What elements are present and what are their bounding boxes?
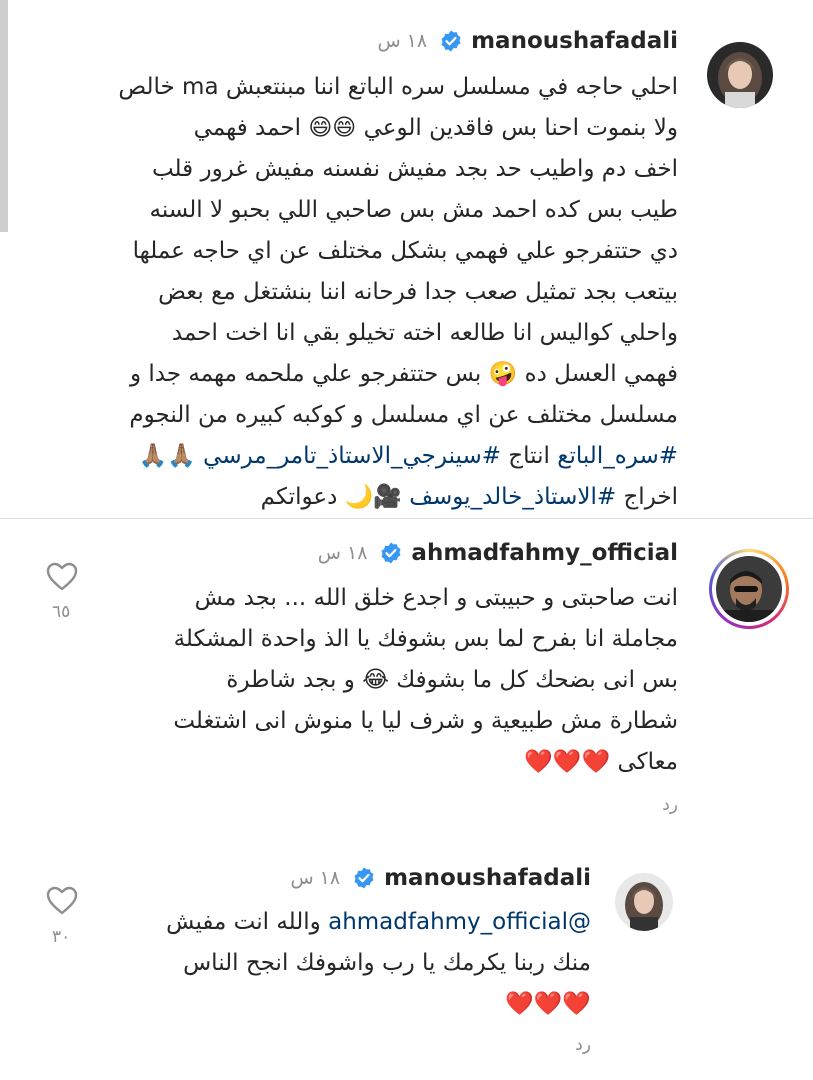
like-count: ٣٠ [52, 927, 71, 947]
comment-word: والله انت مفيش [166, 909, 329, 935]
comment-line: شطارة مش طبيعية و شرف ليا يا منوش انى اش… [173, 708, 678, 734]
avatar[interactable] [707, 42, 773, 108]
heart-outline-icon[interactable] [46, 562, 78, 592]
comment-line: ❤️❤️❤️ [505, 991, 591, 1017]
post-username[interactable]: manoushafadali [471, 28, 678, 54]
divider [0, 518, 813, 519]
mention-link[interactable]: @ahmadfahmy_official [328, 909, 591, 935]
verified-badge-icon [354, 867, 374, 889]
scrollbar[interactable] [0, 0, 8, 232]
caption-word: انتاج [501, 443, 558, 469]
like-count: ٦٥ [52, 602, 71, 622]
caption-line: دي حتتفرجو علي فهمي بشكل مختلف عن اي حاج… [132, 238, 678, 264]
comment-line: منك ربنا يكرمك يا رب واشوفك انجح الناس [183, 950, 591, 976]
caption-last-line: اخراج #الاستاذ_خالد_يوسف 🎥🌙 دعواتكم [18, 477, 678, 518]
comment-line: بس انى بضحك كل ما بشوفك 😂 و بجد شاطرة [226, 667, 678, 693]
comment-line: انت صاحبتى و حبيبتى و اجدع خلق الله ... … [194, 585, 678, 611]
comment-header: ١٨ س ahmadfahmy_official [318, 540, 678, 566]
hashtag-link[interactable]: #سينرجي_الاستاذ_تامر_مرسي [203, 443, 501, 469]
folded-hands-emoji: 🙏🏽🙏🏽 [138, 443, 196, 469]
avatar-story-ring[interactable] [709, 549, 789, 629]
post-caption: احلي حاجه في مسلسل سره الباتع اننا مبنتع… [18, 67, 678, 518]
comment-username[interactable]: manoushafadali [384, 865, 591, 891]
comment-time: ١٨ س [317, 542, 368, 564]
caption-line: بيتعب بجد تمثيل صعب جدا فرحانه اننا بنشت… [158, 279, 678, 305]
caption-line: اخف دم واطيب حد بجد مفيش نفسنه مفيش غرور… [151, 156, 678, 182]
caption-line: مسلسل مختلف عن اي مسلسل و كوكبه كبيره من… [129, 402, 678, 428]
post-time: ١٨ س [377, 30, 428, 52]
reply-button[interactable]: رد [662, 795, 678, 815]
avatar [716, 556, 782, 622]
caption-word: اخراج [616, 484, 678, 510]
comment-time: ١٨ س [290, 867, 341, 889]
hashtag-link[interactable]: #سره_الباتع [557, 443, 678, 469]
caption-line: واحلي كواليس انا طالعه اخته تخيلو بقي ان… [171, 320, 678, 346]
comment-username[interactable]: ahmadfahmy_official [411, 540, 678, 566]
caption-word: 🎥🌙 دعواتكم [260, 484, 410, 510]
reply-button[interactable]: رد [575, 1035, 591, 1055]
caption-line: ولا بنموت احنا بس فاقدين الوعي 😄😄 احمد ف… [193, 115, 678, 141]
comment-text: انت صاحبتى و حبيبتى و اجدع خلق الله ... … [98, 578, 678, 783]
caption-line: طيب بس كده احمد مش بس صاحبي اللي بحبو لا… [149, 197, 678, 223]
comment-line: معاكى ❤️❤️❤️ [524, 749, 678, 775]
comment-header: ١٨ س manoushafadali [290, 865, 591, 891]
comment-text: @ahmadfahmy_official والله انت مفيش منك … [91, 902, 591, 1025]
heart-outline-icon[interactable] [46, 886, 78, 916]
post-header: ١٨ س manoushafadali [377, 28, 678, 54]
hashtag-link[interactable]: #الاستاذ_خالد_يوسف [409, 484, 616, 510]
verified-badge-icon [381, 542, 401, 564]
verified-badge-icon [441, 30, 461, 52]
caption-line: فهمي العسل ده 🤪 بس حتتفرجو علي ملحمه مهم… [129, 361, 678, 387]
caption-hashtags-line: #سره_الباتع انتاج #سينرجي_الاستاذ_تامر_م… [18, 436, 678, 477]
caption-line: احلي حاجه في مسلسل سره الباتع اننا مبنتع… [118, 74, 678, 100]
avatar[interactable] [615, 873, 673, 931]
comment-line: @ahmadfahmy_official والله انت مفيش [91, 902, 591, 943]
comment-line: مجاملة انا بفرح لما بس بشوفك يا الذ واحد… [173, 626, 678, 652]
